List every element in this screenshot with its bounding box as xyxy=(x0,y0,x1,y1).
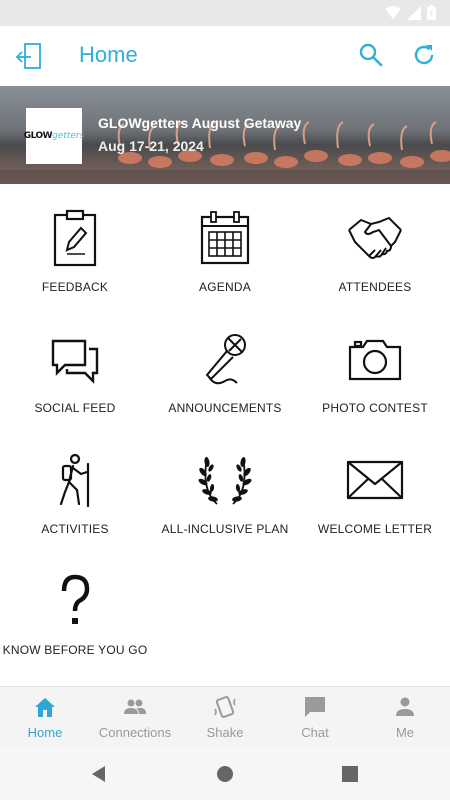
question-mark-icon xyxy=(61,574,90,624)
tile-agenda[interactable]: AGENDA xyxy=(150,184,300,305)
tab-label: Shake xyxy=(206,725,244,740)
refresh-icon[interactable] xyxy=(411,42,437,68)
search-icon[interactable] xyxy=(358,42,384,68)
tab-me[interactable]: Me xyxy=(360,687,450,747)
person-icon xyxy=(396,697,414,716)
event-dates: Aug 17-21, 2024 xyxy=(98,138,204,154)
tab-label: Chat xyxy=(301,725,329,740)
page-title: Home xyxy=(79,42,138,67)
tile-announcements[interactable]: ANNOUNCEMENTS xyxy=(150,305,300,426)
bottom-tab-bar: Home Connections Shake Chat Me xyxy=(0,686,450,747)
tile-all-inclusive-plan[interactable]: ALL-INCLUSIVE PLAN xyxy=(150,426,300,547)
chat-icon xyxy=(305,697,325,717)
tile-photo-contest[interactable]: PHOTO CONTEST xyxy=(300,305,450,426)
back-nav-icon[interactable] xyxy=(90,765,108,783)
microphone-icon xyxy=(205,334,246,385)
tile-activities[interactable]: ACTIVITIES xyxy=(0,426,150,547)
clipboard-icon xyxy=(53,209,97,267)
status-icons xyxy=(385,5,436,20)
event-title: GLOWgetters August Getaway xyxy=(98,115,302,131)
tab-label: Connections xyxy=(98,725,172,740)
system-nav-bar xyxy=(0,747,450,800)
exit-icon[interactable] xyxy=(14,40,46,72)
event-logo: GLOW getters xyxy=(24,108,84,164)
home-nav-icon[interactable] xyxy=(216,765,234,783)
envelope-icon xyxy=(346,460,404,500)
handshake-icon xyxy=(348,216,402,259)
tile-know-before-you-go[interactable]: KNOW BEFORE YOU GO xyxy=(0,547,150,668)
recents-nav-icon[interactable] xyxy=(341,765,359,783)
tile-label: WELCOME LETTER xyxy=(317,522,433,536)
hiker-icon xyxy=(59,453,90,508)
tile-label: KNOW BEFORE YOU GO xyxy=(2,643,148,657)
laurel-icon xyxy=(198,457,252,505)
tile-label: SOCIAL FEED xyxy=(34,401,116,415)
tile-label: FEEDBACK xyxy=(41,280,109,294)
tab-label: Home xyxy=(27,725,63,740)
home-icon xyxy=(35,698,55,717)
tab-connections[interactable]: Connections xyxy=(90,687,180,747)
tile-label: PHOTO CONTEST xyxy=(322,401,428,415)
tile-label: AGENDA xyxy=(199,280,251,294)
tab-chat[interactable]: Chat xyxy=(270,687,360,747)
tile-label: ANNOUNCEMENTS xyxy=(168,401,282,415)
battery-icon xyxy=(427,5,436,20)
app-bar: Home xyxy=(0,26,450,86)
shake-phone-icon xyxy=(214,696,236,718)
tile-social-feed[interactable]: SOCIAL FEED xyxy=(0,305,150,426)
tab-home[interactable]: Home xyxy=(0,687,90,747)
camera-icon xyxy=(348,339,402,381)
status-bar xyxy=(0,0,450,26)
signal-icon xyxy=(407,5,421,20)
tile-attendees[interactable]: ATTENDEES xyxy=(300,184,450,305)
tile-welcome-letter[interactable]: WELCOME LETTER xyxy=(300,426,450,547)
chat-bubbles-icon xyxy=(51,339,99,384)
people-icon xyxy=(124,699,146,714)
tile-feedback[interactable]: FEEDBACK xyxy=(0,184,150,305)
tab-label: Me xyxy=(395,725,415,740)
tile-label: ACTIVITIES xyxy=(41,522,109,536)
feature-grid: FEEDBACK AGENDA ATTENDEES SOCIAL FEED AN… xyxy=(0,184,450,684)
tile-label: ATTENDEES xyxy=(338,280,412,294)
tab-shake[interactable]: Shake xyxy=(180,687,270,747)
event-banner[interactable]: GLOW getters GLOWgetters August Getaway A… xyxy=(0,86,450,184)
tile-label: ALL-INCLUSIVE PLAN xyxy=(161,522,289,536)
calendar-icon xyxy=(200,211,250,265)
wifi-icon xyxy=(385,5,401,19)
